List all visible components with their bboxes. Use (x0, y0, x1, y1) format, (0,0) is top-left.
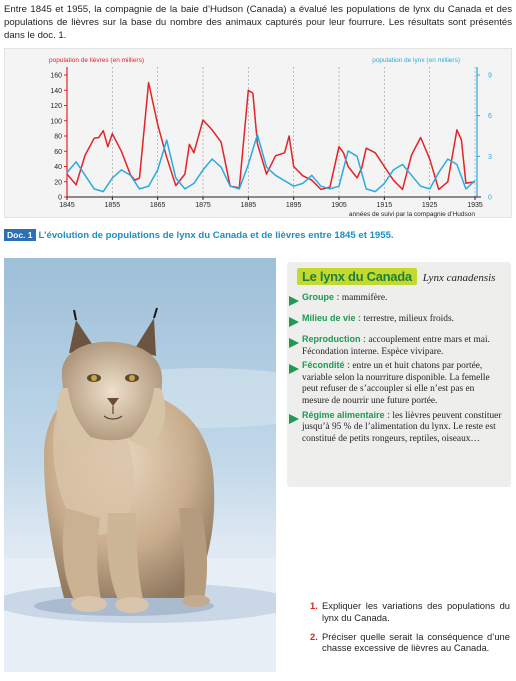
lynx-series-line (66, 133, 476, 193)
lynx-info-card: Le lynx du Canada Lynx canadensis Groupe… (287, 262, 511, 487)
info-key: Régime alimentaire : (302, 409, 391, 420)
right-tick-label: 9 (488, 73, 492, 80)
x-axis-label: années de suivi par la compagnie d’Hudso… (349, 211, 475, 218)
right-tick-label: 0 (488, 195, 492, 202)
info-key: Fécondité : (302, 360, 351, 371)
x-tick-label: 1865 (150, 202, 166, 209)
x-tick-label: 1895 (286, 202, 302, 209)
lynx-photo (4, 258, 276, 672)
bullet-arrow-icon (289, 313, 302, 332)
left-tick-label: 0 (58, 195, 62, 202)
info-key: Groupe : (302, 292, 340, 302)
x-tick-label: 1845 (59, 202, 75, 209)
info-key: Reproduction : (302, 334, 366, 344)
x-tick-label: 1885 (241, 202, 257, 209)
info-title: Le lynx du Canada Lynx canadensis (297, 268, 495, 285)
info-item-fecondite: Fécondité : entre un et huit chatons par… (289, 360, 503, 407)
info-item-milieu: Milieu de vie : terrestre, milieux froid… (289, 313, 503, 332)
question-text: Préciser quelle serait la conséquence d’… (322, 630, 510, 654)
left-tick-label: 120 (50, 103, 62, 110)
info-key: Milieu de vie : (302, 313, 362, 323)
left-tick-label: 80 (54, 134, 62, 141)
bullet-arrow-icon (289, 360, 302, 407)
question-number: 1. (310, 600, 318, 611)
left-tick-label: 60 (54, 149, 62, 156)
lynx-illustration (4, 258, 276, 672)
doc-caption: Doc. 1 L’évolution de populations de lynx… (4, 229, 394, 241)
info-item-reproduction: Reproduction : accouplement entre mars e… (289, 334, 503, 358)
left-tick-label: 100 (50, 118, 62, 125)
question-1: 1. Expliquer les variations des populati… (310, 600, 510, 624)
right-tick-label: 6 (488, 113, 492, 120)
x-tick-label: 1855 (105, 202, 121, 209)
right-axis-label: population de lynx (en milliers) (372, 57, 460, 64)
question-text: Expliquer les variations des populations… (322, 600, 510, 623)
left-tick-label: 140 (50, 88, 62, 95)
species-name: Le lynx du Canada (297, 268, 417, 285)
question-2: 2. Préciser quelle serait la conséquence… (310, 631, 510, 655)
info-value: terrestre, milieux froids. (363, 314, 454, 324)
info-value: mammifère. (341, 293, 388, 303)
bullet-arrow-icon (289, 292, 302, 311)
info-items: Groupe : mammifère. Milieu de vie : terr… (289, 292, 503, 447)
population-chart: 0 20 40 60 80 100 120 140 160 0 3 6 9 1845 1855 1865 187… (4, 48, 512, 218)
x-tick-label: 1925 (422, 202, 438, 209)
bullet-arrow-icon (289, 334, 302, 358)
latin-name: Lynx canadensis (422, 272, 496, 284)
left-axis-label: population de lièvres (en milliers) (49, 57, 144, 64)
x-tick-label: 1905 (331, 202, 347, 209)
x-tick-label: 1915 (377, 202, 393, 209)
left-tick-label: 160 (50, 73, 62, 80)
info-item-groupe: Groupe : mammifère. (289, 292, 503, 311)
doc-badge: Doc. 1 (4, 229, 36, 241)
questions: 1. Expliquer les variations des populati… (310, 600, 510, 661)
question-number: 2. (310, 630, 318, 642)
doc-caption-text: L’évolution de populations de lynx du Ca… (38, 230, 394, 241)
chart-svg: 0 20 40 60 80 100 120 140 160 0 3 6 9 1845 1855 1865 187… (49, 57, 492, 218)
left-tick-label: 20 (54, 179, 62, 186)
right-tick-label: 3 (488, 154, 492, 161)
info-item-regime: Régime alimentaire : les lièvres peuvent… (289, 410, 503, 446)
intro-paragraph: Entre 1845 et 1955, la compagnie de la b… (4, 4, 512, 41)
x-tick-label: 1875 (195, 202, 211, 209)
x-tick-label: 1935 (467, 202, 483, 209)
left-tick-label: 40 (54, 164, 62, 171)
bullet-arrow-icon (289, 410, 302, 446)
